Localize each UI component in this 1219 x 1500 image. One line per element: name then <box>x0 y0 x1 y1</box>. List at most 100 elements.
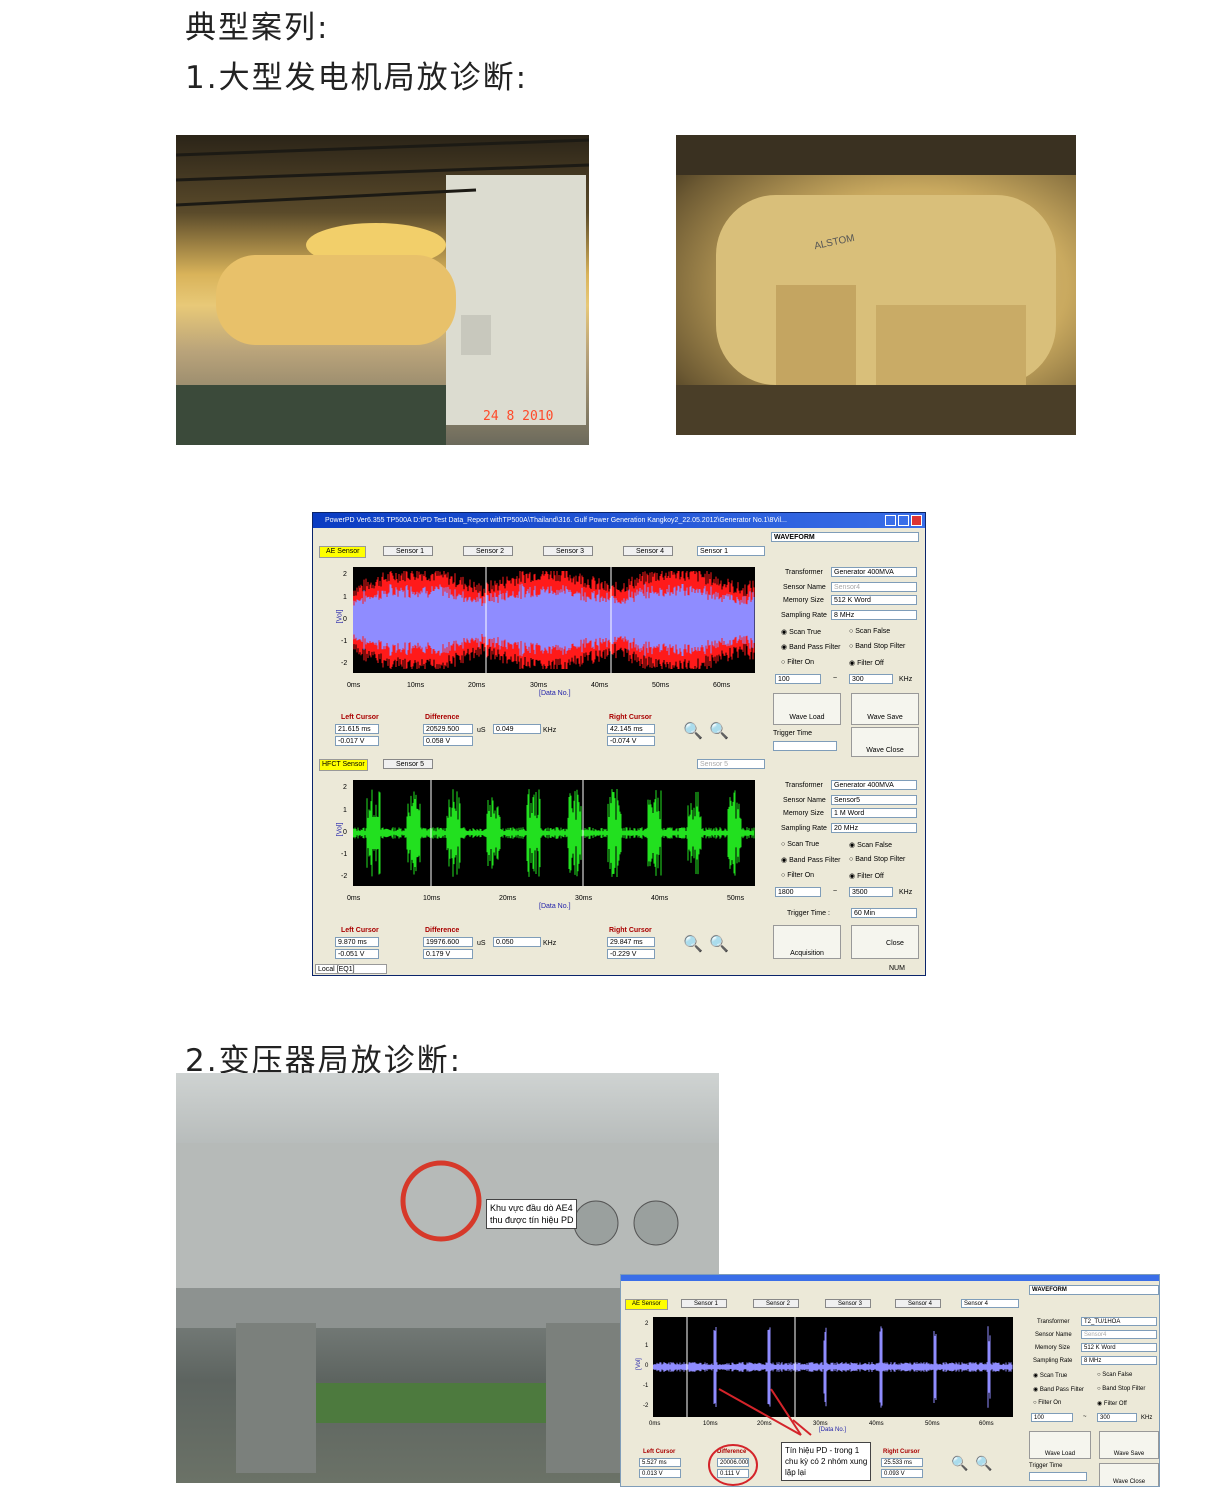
tr-rate-select[interactable]: 8 MHz <box>1081 1356 1157 1365</box>
tr-xtick: 10ms <box>703 1421 718 1427</box>
tr-transformer-select[interactable]: T2_TU/1HOA <box>1081 1317 1157 1326</box>
hfct-bpf-radio[interactable]: ◉ Band Pass Filter <box>781 856 840 864</box>
sensor-4-toggle[interactable]: Sensor 4 <box>623 546 673 556</box>
minimize-button[interactable] <box>885 515 896 526</box>
maximize-button[interactable] <box>898 515 909 526</box>
ae-sensor-name-select[interactable]: Sensor4 <box>831 582 917 592</box>
ae-difference-volt: 0.058 V <box>423 736 473 746</box>
close-button[interactable]: Close <box>851 925 919 959</box>
hfct-sensor-select[interactable]: Sensor 5 <box>697 759 765 769</box>
ae-trigger-time-label: Trigger Time <box>773 730 813 737</box>
hfct-xtick: 10ms <box>423 895 441 902</box>
ae-bsf-radio[interactable]: ○ Band Stop Filter <box>849 643 905 650</box>
tr-sensor-1-toggle[interactable]: Sensor 1 <box>681 1299 727 1308</box>
ae-scan-true-radio[interactable]: ◉ Scan True <box>781 628 821 636</box>
tr-zoom-in-icon[interactable]: 🔍 <box>951 1455 968 1472</box>
ae-bpf-radio[interactable]: ◉ Band Pass Filter <box>781 643 840 651</box>
zoom-in-icon[interactable]: 🔍 <box>683 721 703 741</box>
tr-bsf-radio[interactable]: ○ Band Stop Filter <box>1097 1386 1145 1392</box>
hfct-rate-select[interactable]: 20 MHz <box>831 823 917 833</box>
tr-memory-select[interactable]: 512 K Word <box>1081 1343 1157 1352</box>
hfct-left-cursor-volt: -0.051 V <box>335 949 379 959</box>
ae-sensor-select[interactable]: Sensor 1 <box>697 546 765 556</box>
sensor-3-toggle[interactable]: Sensor 3 <box>543 546 593 556</box>
tr-filter-off-radio[interactable]: ◉ Filter Off <box>1097 1400 1127 1407</box>
ae-rate-select[interactable]: 8 MHz <box>831 610 917 620</box>
hfct-filter-on-radio[interactable]: ○ Filter On <box>781 872 814 879</box>
acquisition-button[interactable]: Acquisition <box>773 925 841 959</box>
tr-left-cursor-label: Left Cursor <box>643 1449 676 1455</box>
close-window-button[interactable] <box>911 515 922 526</box>
ae-left-cursor-time: 21.615 ms <box>335 724 379 734</box>
ae-left-cursor-label: Left Cursor <box>341 714 379 721</box>
sensor-2-toggle[interactable]: Sensor 2 <box>463 546 513 556</box>
tr-waveform-plot <box>653 1317 1013 1417</box>
hfct-filter-range-sep: ~ <box>833 888 838 895</box>
hfct-filter-off-radio[interactable]: ◉ Filter Off <box>849 872 884 880</box>
tr-sensor-4-toggle[interactable]: Sensor 4 <box>895 1299 941 1308</box>
hfct-bsf-radio[interactable]: ○ Band Stop Filter <box>849 856 905 863</box>
tr-ytick: -2 <box>643 1403 649 1409</box>
hfct-right-cursor-volt: -0.229 V <box>607 949 655 959</box>
tr-sensor-3-toggle[interactable]: Sensor 3 <box>825 1299 871 1308</box>
zoom-out-icon[interactable]: 🔍 <box>709 721 729 741</box>
hfct-xtick: 40ms <box>651 895 669 902</box>
wave-load-button[interactable]: Wave Load <box>773 693 841 725</box>
hfct-trigger-time-select[interactable]: 60 Min <box>851 908 917 918</box>
hfct-filter-low-input[interactable]: 1800 <box>775 887 821 897</box>
generator-closeup-photo: ALSTOM <box>676 135 1076 435</box>
tr-ytick: -1 <box>643 1383 649 1389</box>
sensor-5-toggle[interactable]: Sensor 5 <box>383 759 433 769</box>
ae-trigger-time-input[interactable] <box>773 741 837 751</box>
status-local[interactable]: Local [EQ1] <box>315 964 387 974</box>
wave-close-button[interactable]: Wave Close <box>851 727 919 757</box>
hfct-filter-unit: KHz <box>899 889 913 896</box>
hfct-sensor-name-select[interactable]: Sensor5 <box>831 795 917 805</box>
tr-filter-unit: KHz <box>1141 1415 1153 1421</box>
date-stamp: 24 8 2010 <box>483 409 554 424</box>
tr-mode-select[interactable]: WAVEFORM <box>1029 1285 1159 1295</box>
ae-filter-off-radio[interactable]: ◉ Filter Off <box>849 659 884 667</box>
tr-sensor-name-select[interactable]: Sensor4 <box>1081 1330 1157 1339</box>
tr-sensor-select[interactable]: Sensor 4 <box>961 1299 1019 1308</box>
tr-wave-save-button[interactable]: Wave Save <box>1099 1431 1159 1459</box>
hfct-memory-label: Memory Size <box>783 810 824 817</box>
tr-sensor-2-toggle[interactable]: Sensor 2 <box>753 1299 799 1308</box>
tr-scan-false-radio[interactable]: ○ Scan False <box>1097 1372 1132 1378</box>
ae-left-cursor-volt: -0.017 V <box>335 736 379 746</box>
hfct-transformer-select[interactable]: Generator 400MVA <box>831 780 917 790</box>
ae-scan-false-radio[interactable]: ○ Scan False <box>849 628 890 635</box>
ae-xtick: 50ms <box>652 682 670 689</box>
tr-xtick: 60ms <box>979 1421 994 1427</box>
zoom-in-icon[interactable]: 🔍 <box>683 934 703 954</box>
tr-filter-high-input[interactable]: 300 <box>1097 1413 1137 1422</box>
tr-zoom-out-icon[interactable]: 🔍 <box>975 1455 992 1472</box>
ae-filter-on-radio[interactable]: ○ Filter On <box>781 659 814 666</box>
hfct-filter-high-input[interactable]: 3500 <box>849 887 893 897</box>
tr-wave-load-button[interactable]: Wave Load <box>1029 1431 1091 1459</box>
hfct-sensor-name-label: Sensor Name <box>783 797 826 804</box>
mode-select[interactable]: WAVEFORM <box>771 532 919 542</box>
ae-transformer-select[interactable]: Generator 400MVA <box>831 567 917 577</box>
zoom-out-icon[interactable]: 🔍 <box>709 934 729 954</box>
hfct-xtick: 50ms <box>727 895 745 902</box>
tr-scan-true-radio[interactable]: ◉ Scan True <box>1033 1372 1067 1379</box>
ae-right-cursor-volt: -0.074 V <box>607 736 655 746</box>
tr-wave-close-button[interactable]: Wave Close <box>1099 1463 1159 1486</box>
tr-filter-low-input[interactable]: 100 <box>1031 1413 1073 1422</box>
ae-memory-select[interactable]: 512 K Word <box>831 595 917 605</box>
tr-filter-on-radio[interactable]: ○ Filter On <box>1033 1400 1061 1406</box>
ae-filter-low-input[interactable]: 100 <box>775 674 821 684</box>
sensor-1-toggle[interactable]: Sensor 1 <box>383 546 433 556</box>
hfct-scan-false-radio[interactable]: ◉ Scan False <box>849 841 892 849</box>
ae-difference-freq: 0.049 <box>493 724 541 734</box>
hfct-difference-label: Difference <box>425 927 460 934</box>
ae-filter-high-input[interactable]: 300 <box>849 674 893 684</box>
hfct-scan-true-radio[interactable]: ○ Scan True <box>781 841 819 848</box>
wave-save-button[interactable]: Wave Save <box>851 693 919 725</box>
hfct-memory-select[interactable]: 1 M Word <box>831 808 917 818</box>
tr-bpf-radio[interactable]: ◉ Band Pass Filter <box>1033 1386 1084 1393</box>
ae-ytick: 0 <box>343 616 347 623</box>
tr-trigger-time-input[interactable] <box>1029 1472 1087 1481</box>
ae-sensor-name-label: Sensor Name <box>783 584 826 591</box>
